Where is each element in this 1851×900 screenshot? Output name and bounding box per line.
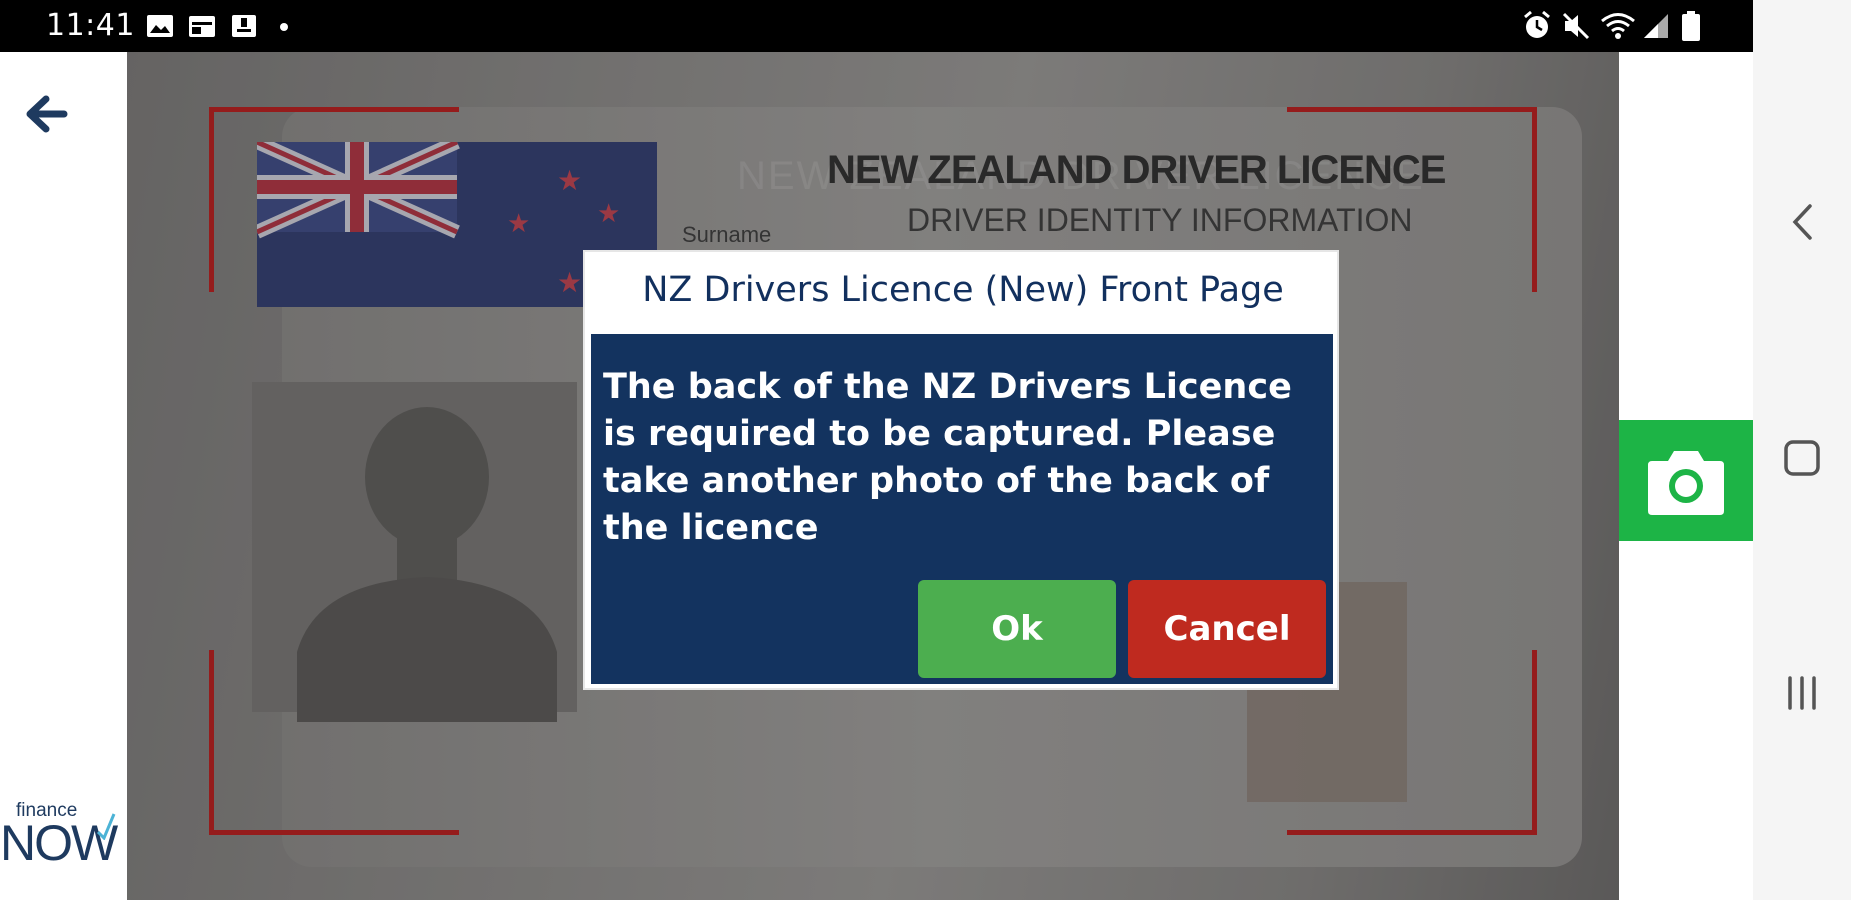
back-button[interactable]	[6, 74, 86, 154]
cancel-button[interactable]: Cancel	[1128, 580, 1326, 678]
signal-icon	[1644, 14, 1668, 38]
brand-check-icon	[96, 813, 116, 840]
capture-button[interactable]	[1619, 420, 1753, 541]
nav-home-button[interactable]	[1777, 433, 1827, 483]
download-icon	[232, 15, 256, 37]
battery-icon	[1682, 11, 1700, 41]
mute-icon	[1562, 12, 1590, 40]
right-panel	[1619, 52, 1753, 900]
brand-logo: finance NOW	[0, 800, 120, 880]
dialog-message: The back of the NZ Drivers Licence is re…	[603, 367, 1292, 548]
nav-recents-button[interactable]	[1777, 668, 1827, 718]
camera-icon	[1648, 450, 1724, 515]
ok-button[interactable]: Ok	[918, 580, 1116, 678]
navigation-bar	[1753, 0, 1851, 900]
left-panel: finance NOW	[0, 52, 127, 900]
arrow-left-icon	[26, 95, 68, 133]
gallery-icon	[147, 15, 173, 37]
recents-nav-icon	[1788, 676, 1816, 710]
calendar-icon	[189, 16, 215, 37]
status-time: 11:41	[46, 8, 135, 43]
dialog-title: NZ Drivers Licence (New) Front Page	[642, 270, 1284, 310]
dialog-body: The back of the NZ Drivers Licence is re…	[591, 334, 1333, 684]
dot-icon	[280, 23, 288, 31]
status-bar: 11:41	[0, 0, 1753, 52]
wifi-icon	[1601, 13, 1635, 39]
back-nav-icon	[1792, 204, 1812, 240]
nav-back-button[interactable]	[1777, 197, 1827, 247]
home-nav-icon	[1784, 440, 1820, 476]
screen: 11:41 finance NOW ★ ★ ★ ★ NEW ZEALAND DR…	[0, 0, 1851, 900]
alarm-icon	[1524, 10, 1550, 38]
alert-dialog: NZ Drivers Licence (New) Front Page The …	[583, 250, 1339, 690]
